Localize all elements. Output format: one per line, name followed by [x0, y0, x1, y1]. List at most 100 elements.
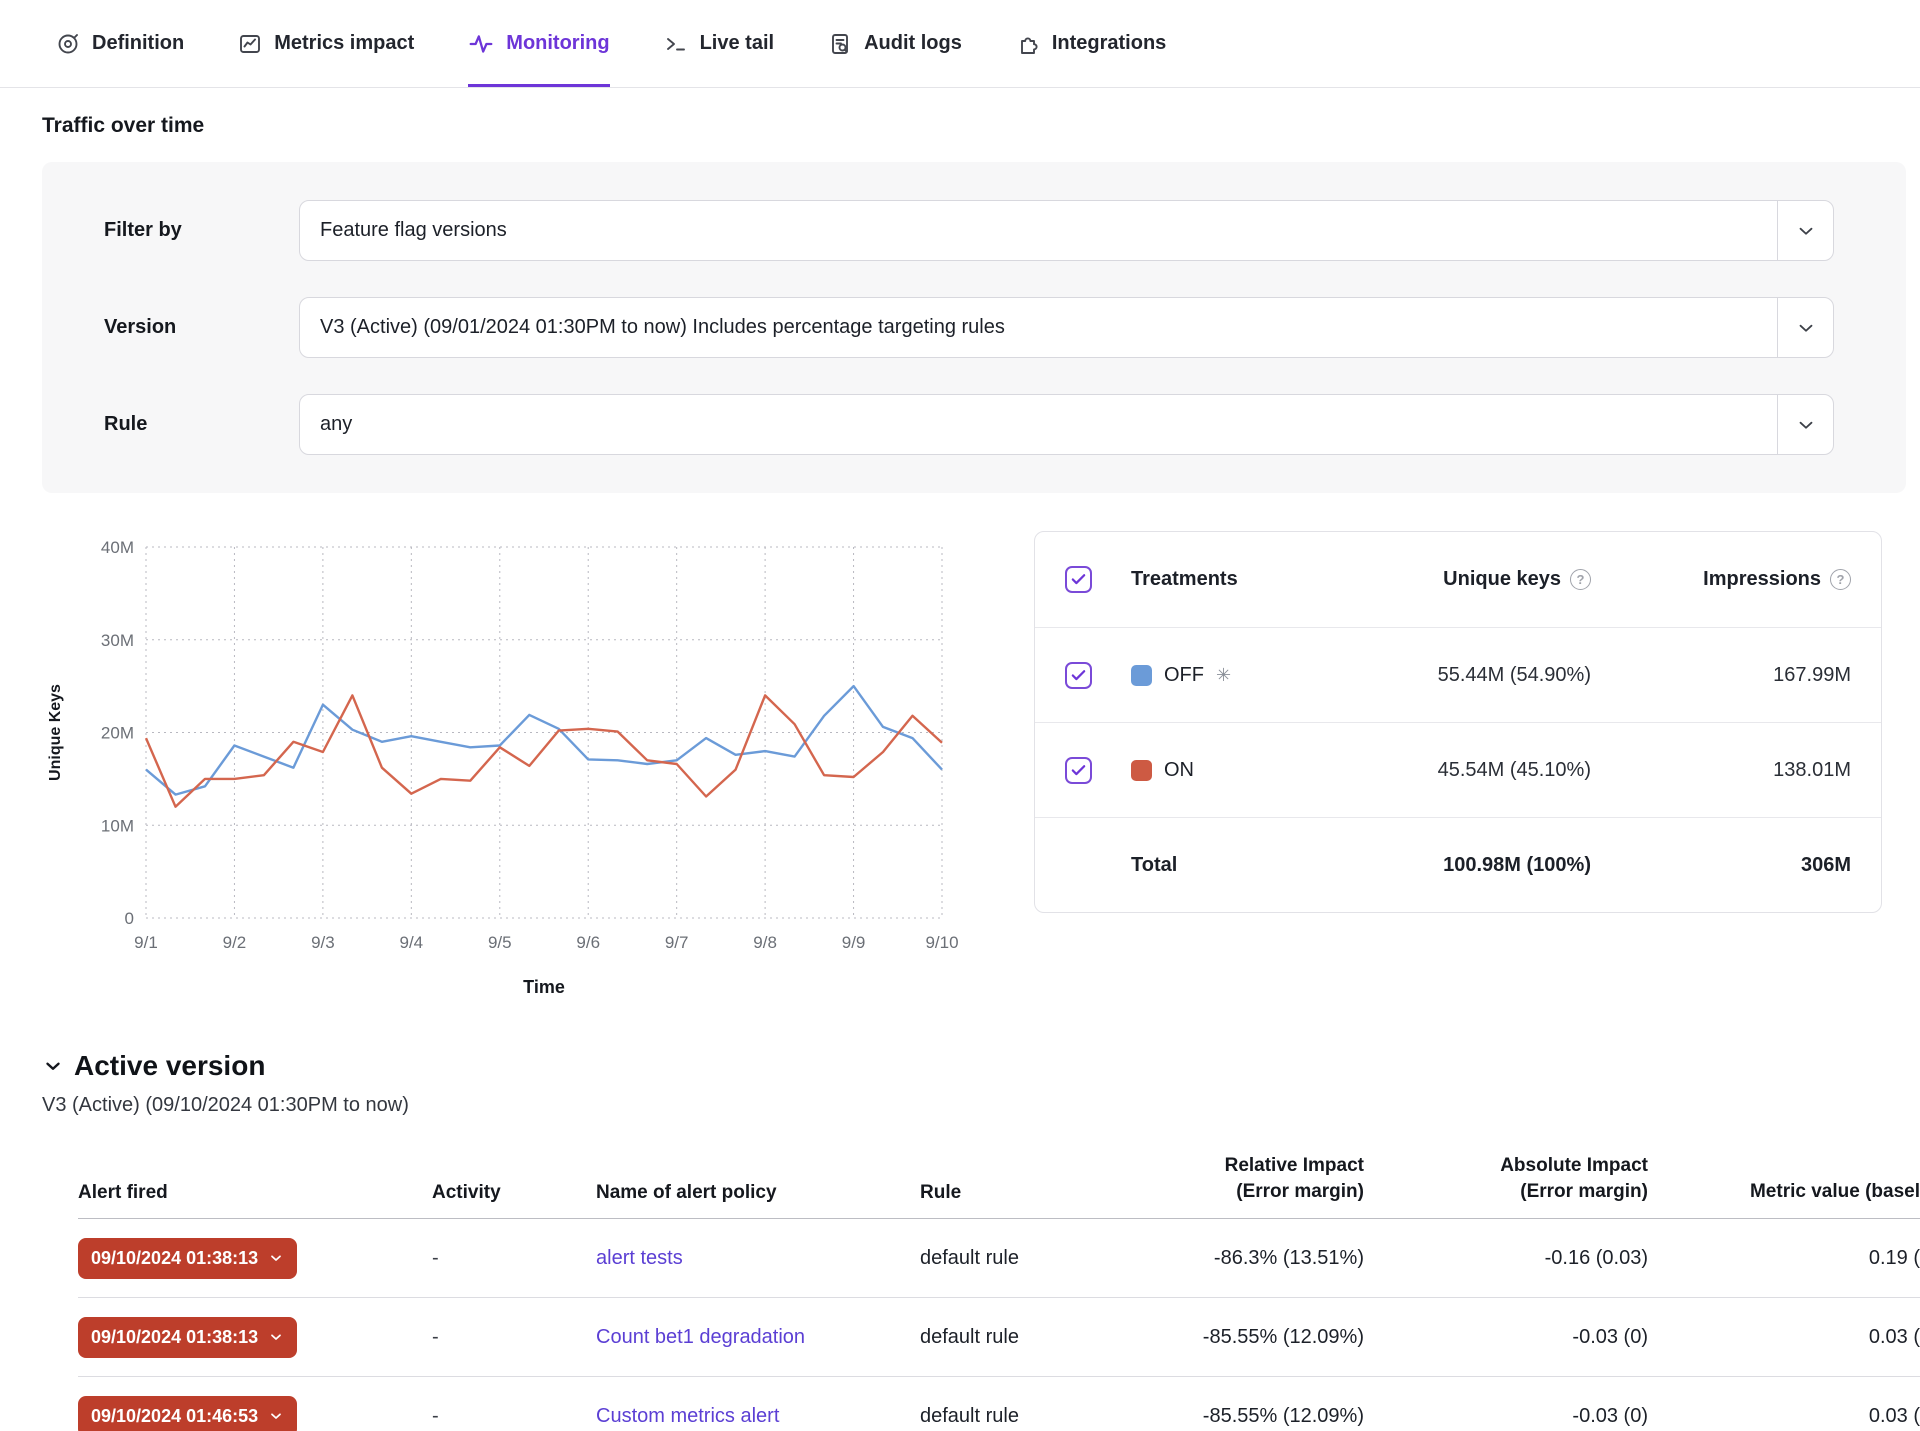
svg-text:40M: 40M: [101, 538, 134, 557]
treatments-card: Treatments Unique keys ? Impressions ? O…: [1034, 531, 1882, 913]
absolute-impact-cell: -0.16 (0.03): [1368, 1247, 1648, 1270]
treatment-row-on: ON 45.54M (45.10%) 138.01M: [1035, 722, 1881, 817]
relative-impact-cell: -85.55% (12.09%): [1094, 1326, 1364, 1349]
tab-definition[interactable]: Definition: [56, 0, 184, 87]
tab-integrations[interactable]: Integrations: [1016, 0, 1166, 87]
chevron-down-icon: [268, 1250, 284, 1266]
alert-row: 09/10/2024 01:38:13 - alert tests defaul…: [78, 1219, 1920, 1298]
active-version-section: Active version V3 (Active) (09/10/2024 0…: [42, 1050, 1906, 1117]
filter-by-label: Filter by: [104, 219, 299, 242]
treatment-off-checkbox[interactable]: [1065, 662, 1092, 689]
chevron-down-icon: [268, 1408, 284, 1424]
alert-policy-link[interactable]: Count bet1 degradation: [596, 1326, 805, 1348]
chevron-down-icon: [1777, 395, 1833, 454]
alert-policy-link[interactable]: alert tests: [596, 1247, 683, 1269]
traffic-chart: 010M20M30M40M9/19/29/39/49/59/69/79/89/9…: [42, 531, 962, 1006]
activity-cell: -: [432, 1247, 592, 1270]
svg-text:9/5: 9/5: [488, 933, 512, 952]
help-icon[interactable]: ?: [1830, 569, 1851, 590]
svg-text:Unique Keys: Unique Keys: [47, 684, 64, 781]
treatment-row-off: OFF ✳ 55.44M (54.90%) 167.99M: [1035, 627, 1881, 722]
activity-cell: -: [432, 1326, 592, 1349]
active-version-subtitle: V3 (Active) (09/10/2024 01:30PM to now): [42, 1094, 1906, 1117]
unique-keys-column-header: Unique keys: [1443, 568, 1561, 591]
alert-policy-link[interactable]: Custom metrics alert: [596, 1405, 779, 1427]
svg-text:9/2: 9/2: [223, 933, 247, 952]
tab-audit-logs[interactable]: Audit logs: [828, 0, 962, 87]
absolute-impact-cell: -0.03 (0): [1368, 1405, 1648, 1428]
tab-label: Monitoring: [506, 32, 609, 55]
treatment-unique-keys: 45.54M (45.10%): [1438, 759, 1591, 782]
version-label: Version: [104, 316, 299, 339]
tab-label: Metrics impact: [274, 32, 414, 55]
metric-value-cell: 0.03 (: [1652, 1326, 1920, 1349]
alerts-table: Alert fired Activity Name of alert polic…: [78, 1147, 1920, 1431]
svg-text:9/9: 9/9: [842, 933, 866, 952]
svg-text:0: 0: [125, 909, 134, 928]
tab-label: Integrations: [1052, 32, 1166, 55]
version-row: Version V3 (Active) (09/01/2024 01:30PM …: [104, 297, 1834, 358]
filter-by-row: Filter by Feature flag versions: [104, 200, 1834, 261]
total-unique-keys: 100.98M (100%): [1443, 854, 1591, 877]
integrations-icon: [1016, 32, 1040, 56]
treatment-name: OFF: [1164, 664, 1204, 687]
relative-impact-cell: -85.55% (12.09%): [1094, 1405, 1364, 1428]
tab-monitoring[interactable]: Monitoring: [468, 0, 609, 87]
svg-text:9/7: 9/7: [665, 933, 689, 952]
version-select[interactable]: V3 (Active) (09/01/2024 01:30PM to now) …: [299, 297, 1834, 358]
treatments-header-row: Treatments Unique keys ? Impressions ?: [1035, 532, 1881, 627]
col-metric-value: Metric value (basel: [1652, 1179, 1920, 1205]
svg-text:20M: 20M: [101, 724, 134, 743]
treatment-on-checkbox[interactable]: [1065, 757, 1092, 784]
rule-cell: default rule: [920, 1247, 1090, 1270]
absolute-impact-cell: -0.03 (0): [1368, 1326, 1648, 1349]
svg-text:9/4: 9/4: [400, 933, 424, 952]
alert-fired-badge[interactable]: 09/10/2024 01:38:13: [78, 1317, 297, 1358]
treatments-select-all-checkbox[interactable]: [1065, 566, 1092, 593]
alerts-header-row: Alert fired Activity Name of alert polic…: [78, 1147, 1920, 1219]
activity-cell: -: [432, 1405, 592, 1428]
tab-live-tail[interactable]: Live tail: [664, 0, 774, 87]
tab-label: Live tail: [700, 32, 774, 55]
treatments-total-row: Total 100.98M (100%) 306M: [1035, 817, 1881, 912]
col-rule: Rule: [920, 1182, 1090, 1204]
chevron-down-icon: [1777, 201, 1833, 260]
svg-text:Time: Time: [523, 977, 565, 997]
rule-select[interactable]: any: [299, 394, 1834, 455]
treatment-name: ON: [1164, 759, 1194, 782]
alert-row: 09/10/2024 01:38:13 - Count bet1 degrada…: [78, 1298, 1920, 1377]
default-treatment-icon: ✳: [1216, 665, 1231, 686]
treatment-impressions: 138.01M: [1773, 759, 1851, 782]
metric-value-cell: 0.03 (: [1652, 1405, 1920, 1428]
total-label: Total: [1131, 854, 1261, 877]
live-tail-icon: [664, 32, 688, 56]
page-title: Traffic over time: [42, 114, 1906, 138]
help-icon[interactable]: ?: [1570, 569, 1591, 590]
chevron-down-icon: [1777, 298, 1833, 357]
col-alert-fired: Alert fired: [78, 1182, 428, 1204]
on-series-swatch: [1131, 760, 1152, 781]
active-version-title: Active version: [74, 1050, 265, 1082]
filter-panel: Filter by Feature flag versions Version …: [42, 162, 1906, 493]
tab-metrics-impact[interactable]: Metrics impact: [238, 0, 414, 87]
treatment-impressions: 167.99M: [1773, 664, 1851, 687]
relative-impact-cell: -86.3% (13.51%): [1094, 1247, 1364, 1270]
definition-icon: [56, 32, 80, 56]
alert-fired-badge[interactable]: 09/10/2024 01:46:53: [78, 1396, 297, 1431]
filter-by-value: Feature flag versions: [300, 201, 1777, 260]
treatment-unique-keys: 55.44M (54.90%): [1438, 664, 1591, 687]
svg-text:9/8: 9/8: [753, 933, 777, 952]
off-series-swatch: [1131, 665, 1152, 686]
monitoring-icon: [468, 31, 494, 57]
chevron-down-icon: [268, 1329, 284, 1345]
col-policy: Name of alert policy: [596, 1182, 916, 1204]
rule-cell: default rule: [920, 1405, 1090, 1428]
alert-row: 09/10/2024 01:46:53 - Custom metrics ale…: [78, 1377, 1920, 1431]
col-activity: Activity: [432, 1182, 592, 1204]
rule-row: Rule any: [104, 394, 1834, 455]
alert-fired-badge[interactable]: 09/10/2024 01:38:13: [78, 1238, 297, 1279]
collapse-chevron-icon[interactable]: [42, 1055, 64, 1077]
impressions-column-header: Impressions: [1703, 568, 1821, 591]
audit-logs-icon: [828, 32, 852, 56]
filter-by-select[interactable]: Feature flag versions: [299, 200, 1834, 261]
